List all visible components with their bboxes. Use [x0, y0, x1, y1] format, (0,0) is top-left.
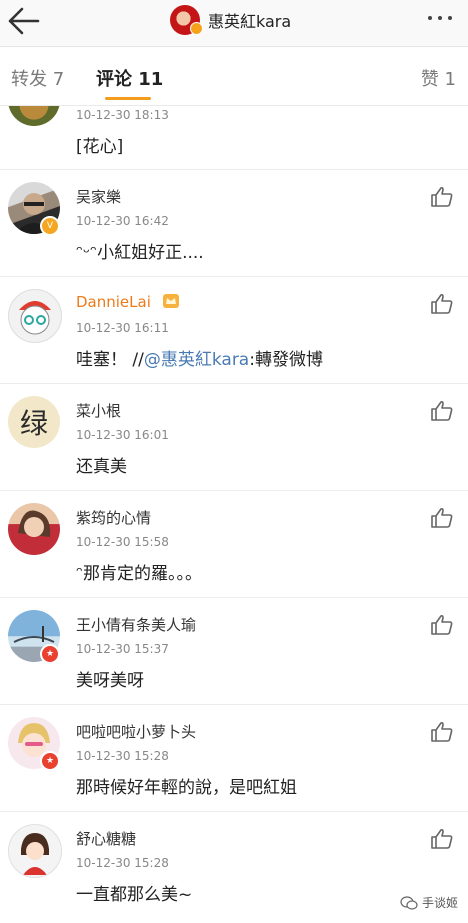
comment-time: 10-12-30 15:28: [76, 856, 169, 870]
comment-time: 10-12-30 16:01: [76, 428, 169, 442]
comment-text-suffix: :轉發微博: [249, 350, 323, 370]
watermark-text: 手谈姬: [421, 896, 458, 910]
comment-username[interactable]: 吴家樂: [76, 186, 121, 207]
tab-bar: 转发 7 评论 11 赞 1: [0, 47, 468, 106]
mention-link[interactable]: @惠英紅kara: [144, 350, 249, 370]
active-tab-indicator: [105, 97, 151, 100]
comment-time: 10-12-30 15:37: [76, 642, 169, 656]
username-text: DannieLai: [76, 293, 151, 311]
watermark: 手谈姬: [400, 894, 458, 911]
tab-like[interactable]: 赞 1: [421, 65, 456, 91]
cartoon-avatar-icon: [19, 301, 51, 335]
comment-time: 10-12-30 15:58: [76, 535, 169, 549]
vip-badge-icon: V: [40, 216, 60, 236]
comment-username[interactable]: DannieLai: [76, 293, 180, 311]
like-thumb-icon[interactable]: [430, 828, 454, 850]
comment-item: 舒心糖糖 10-12-30 15:28 一直都那么美~: [0, 812, 468, 923]
tab-repost[interactable]: 转发 7: [11, 65, 64, 91]
comment-username[interactable]: 紫筠的心情: [76, 507, 151, 528]
avatar[interactable]: [8, 824, 62, 878]
comment-item: 绿 菜小根 10-12-30 16:01 还真美: [0, 384, 468, 491]
comment-username[interactable]: 吧啦吧啦小萝卜头: [76, 721, 196, 742]
comment-username[interactable]: 王小倩有条美人瑜: [76, 614, 196, 635]
page-title: 惠英紅kara: [208, 12, 292, 31]
comment-text: 一直都那么美~: [76, 885, 193, 905]
avatar[interactable]: [8, 503, 60, 555]
comment-text: 哇塞！ //@惠英紅kara:轉發微博: [76, 345, 323, 370]
cartoon-girl-icon: [21, 833, 49, 875]
comment-time: 10-12-30 15:28: [76, 749, 169, 763]
avatar[interactable]: 绿: [8, 396, 60, 448]
like-thumb-icon[interactable]: [430, 400, 454, 422]
comment-item: DannieLai 10-12-30 16:11 哇塞！ //@惠英紅kara:…: [0, 277, 468, 384]
like-thumb-icon[interactable]: [430, 507, 454, 529]
comment-text-prefix: 哇塞！ //: [76, 350, 144, 370]
tab-comment[interactable]: 评论 11: [96, 65, 163, 91]
comment-text: 还真美: [76, 457, 127, 477]
avatar[interactable]: [8, 289, 62, 343]
comment-list: 10-12-30 18:13 [花心] V 吴家樂 10-12-30 16:42…: [0, 106, 468, 923]
comment-text: [花心]: [76, 137, 124, 157]
back-arrow-icon[interactable]: [4, 3, 44, 39]
crown-badge-icon: [162, 294, 179, 308]
title-group[interactable]: 惠英紅kara: [170, 3, 291, 37]
comment-username[interactable]: 舒心糖糖: [76, 828, 136, 849]
top-bar: 惠英紅kara: [0, 0, 468, 47]
comment-item: 10-12-30 18:13 [花心]: [0, 106, 468, 170]
comment-item: 紫筠的心情 10-12-30 15:58 ᵔ那肯定的羅。。。: [0, 491, 468, 598]
comment-item: ★ 王小倩有条美人瑜 10-12-30 15:37 美呀美呀: [0, 598, 468, 705]
comment-time: 10-12-30 16:11: [76, 321, 169, 335]
verified-badge-icon: [190, 22, 203, 35]
wechat-icon: [400, 895, 418, 910]
comment-text: 那時候好年輕的說，是吧紅姐: [76, 778, 297, 798]
like-thumb-icon[interactable]: [430, 293, 454, 315]
comment-time: 10-12-30 18:13: [76, 108, 169, 122]
comment-item: V 吴家樂 10-12-30 16:42 ᵔᵕᵔ小紅姐好正....: [0, 170, 468, 277]
like-thumb-icon[interactable]: [430, 721, 454, 743]
like-thumb-icon[interactable]: [430, 614, 454, 636]
avatar-text: 绿: [19, 407, 48, 440]
comment-text: 美呀美呀: [76, 671, 144, 691]
avatar[interactable]: [8, 106, 60, 126]
red-badge-icon: ★: [40, 644, 60, 664]
comment-item: ★ 吧啦吧啦小萝卜头 10-12-30 15:28 那時候好年輕的說，是吧紅姐: [0, 705, 468, 812]
comment-username[interactable]: 菜小根: [76, 400, 121, 421]
like-thumb-icon[interactable]: [430, 186, 454, 208]
person-photo-icon: [18, 510, 51, 537]
comment-time: 10-12-30 16:42: [76, 214, 169, 228]
comment-text: ᵔ那肯定的羅。。。: [76, 564, 203, 584]
comment-text: ᵔᵕᵔ小紅姐好正....: [76, 243, 204, 263]
more-dots-icon[interactable]: [428, 8, 460, 28]
red-badge-icon: ★: [40, 751, 60, 771]
